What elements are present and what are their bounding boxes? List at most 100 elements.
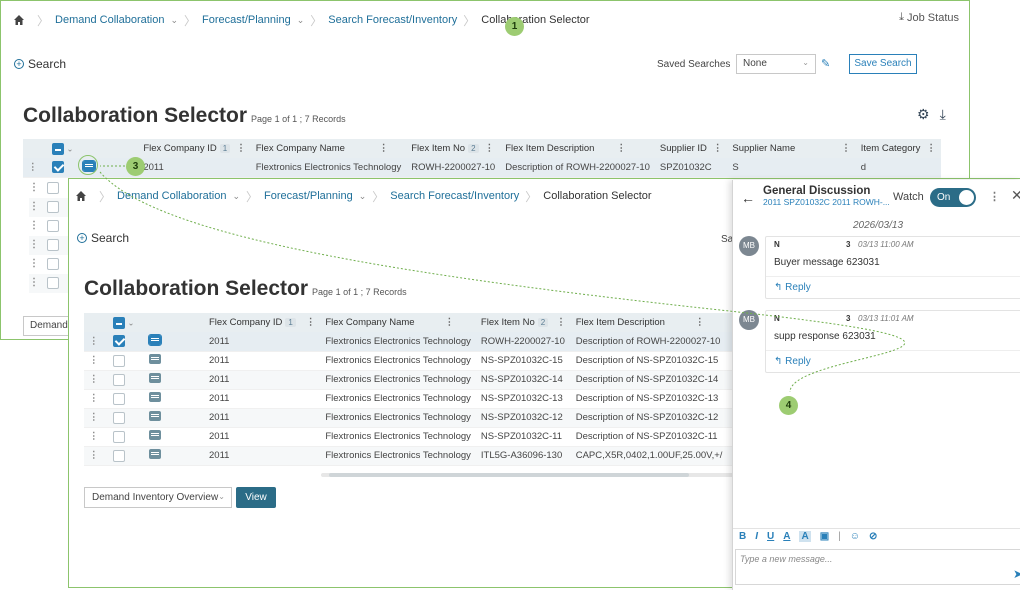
row-checkbox[interactable]	[47, 201, 59, 213]
column-menu-icon[interactable]: ⋮	[236, 143, 246, 154]
row-menu-icon[interactable]: ⋮	[89, 336, 99, 347]
column-menu-icon[interactable]: ⋮	[695, 317, 705, 328]
row-checkbox[interactable]	[47, 277, 59, 289]
image-icon[interactable]: ▣	[820, 531, 829, 542]
underline-button[interactable]: U	[767, 531, 774, 542]
table-row[interactable]: ⋮ 2011 Flextronics Electronics Technolog…	[84, 408, 751, 428]
view-button[interactable]: View	[236, 487, 276, 508]
column-menu-icon[interactable]: ⋮	[713, 143, 723, 154]
column-menu-icon[interactable]: ⋮	[841, 143, 851, 154]
row-menu-icon[interactable]: ⋮	[29, 258, 39, 269]
row-checkbox[interactable]	[113, 411, 125, 424]
breadcrumb-item[interactable]: Forecast/Planning	[264, 190, 353, 202]
column-menu-icon[interactable]: ⋮	[485, 143, 495, 154]
reply-button[interactable]: ↰ Reply	[766, 350, 1020, 372]
row-checkbox[interactable]	[47, 239, 59, 251]
column-menu-icon[interactable]: ⋮	[379, 143, 389, 154]
chevron-down-icon[interactable]: ⌄	[128, 318, 135, 327]
row-checkbox[interactable]	[113, 335, 125, 348]
horizontal-scrollbar[interactable]	[321, 473, 741, 477]
row-checkbox[interactable]	[47, 182, 59, 194]
saved-searches-select[interactable]: None ⌄	[736, 54, 816, 74]
table-row[interactable]: ⋮ 2011 Flextronics Electronics Technolog…	[84, 389, 751, 409]
table-row[interactable]: ⋮ 2011 Flextronics Electronics Technolog…	[84, 446, 751, 466]
attachment-icon[interactable]: ⊘	[869, 531, 877, 542]
discussion-icon[interactable]	[148, 333, 162, 346]
column-header[interactable]: Flex Item No 2 ⋮	[475, 313, 571, 332]
table-row[interactable]: ⋮	[29, 179, 69, 198]
table-row[interactable]: ⋮	[29, 255, 69, 274]
discussion-icon[interactable]	[149, 373, 161, 383]
table-row[interactable]: ⋮	[29, 236, 69, 255]
job-status-link[interactable]: ⤓ Job Status	[899, 11, 959, 24]
row-checkbox[interactable]	[113, 430, 125, 443]
row-menu-icon[interactable]: ⋮	[89, 431, 99, 442]
search-toggle[interactable]: + Search	[77, 231, 129, 245]
column-header[interactable]: Flex Company Name ⋮	[250, 139, 407, 158]
table-row[interactable]: ⋮	[29, 217, 69, 236]
column-header[interactable]: Flex Company ID 1 ⋮	[204, 313, 321, 332]
row-menu-icon[interactable]: ⋮	[89, 450, 99, 461]
gear-icon[interactable]: ⚙	[917, 106, 930, 123]
row-menu-icon[interactable]: ⋮	[29, 220, 39, 231]
table-row[interactable]: ⋮ 2011 Flextronics Electronics Technolog…	[84, 351, 751, 371]
column-header[interactable]: Flex Item No 2 ⋮	[406, 139, 501, 158]
reply-button[interactable]: ↰ Reply	[766, 276, 1020, 298]
row-menu-icon[interactable]: ⋮	[29, 201, 39, 212]
table-row[interactable]: ⋮ 2011 Flextronics Electronics Technolog…	[84, 370, 751, 390]
column-header[interactable]: Supplier Name ⋮	[727, 139, 856, 158]
table-row[interactable]: ⋮ 2011 Flextronics Electronics Technolog…	[23, 158, 941, 178]
discussion-icon[interactable]	[149, 430, 161, 440]
row-checkbox[interactable]	[47, 258, 59, 270]
watch-toggle[interactable]: On	[930, 188, 976, 207]
column-menu-icon[interactable]: ⋮	[616, 143, 626, 154]
home-icon[interactable]	[75, 190, 87, 202]
discussion-icon[interactable]	[149, 392, 161, 402]
chevron-down-icon[interactable]: ⌄	[359, 191, 367, 202]
column-header[interactable]: Flex Item Description ⋮	[570, 313, 728, 332]
row-menu-icon[interactable]: ⋮	[29, 182, 39, 193]
row-menu-icon[interactable]: ⋮	[89, 374, 99, 385]
row-menu-icon[interactable]: ⋮	[28, 162, 38, 173]
column-menu-icon[interactable]: ⋮	[556, 317, 566, 328]
view-select[interactable]: Demand	[23, 316, 71, 336]
chevron-down-icon[interactable]: ⌄	[67, 144, 74, 153]
font-color-button[interactable]: A	[783, 531, 790, 542]
table-row[interactable]: ⋮ 2011 Flextronics Electronics Technolog…	[84, 332, 751, 352]
table-row[interactable]: ⋮	[29, 198, 69, 217]
column-header[interactable]: Supplier ID ⋮	[654, 139, 728, 158]
highlight-button[interactable]: A	[799, 531, 811, 542]
home-icon[interactable]	[13, 14, 25, 26]
send-icon[interactable]: ➤	[1013, 567, 1020, 581]
column-header[interactable]: Flex Company ID 1 ⋮	[138, 139, 251, 158]
edit-icon[interactable]: ✎	[821, 57, 830, 70]
row-checkbox[interactable]	[113, 373, 125, 386]
chevron-down-icon[interactable]: ⌄	[297, 15, 305, 26]
row-checkbox[interactable]	[52, 161, 64, 174]
discussion-icon[interactable]	[149, 354, 161, 364]
row-menu-icon[interactable]: ⋮	[89, 355, 99, 366]
row-checkbox[interactable]	[113, 354, 125, 367]
column-menu-icon[interactable]: ⋮	[445, 317, 455, 328]
select-all-checkbox[interactable]	[52, 142, 64, 155]
back-arrow-icon[interactable]: ←	[741, 190, 755, 206]
select-all-checkbox[interactable]	[113, 316, 125, 329]
row-menu-icon[interactable]: ⋮	[89, 412, 99, 423]
chevron-down-icon[interactable]: ⌄	[170, 15, 178, 26]
emoji-icon[interactable]: ☺	[850, 531, 860, 542]
table-row[interactable]: ⋮ 2011 Flextronics Electronics Technolog…	[84, 427, 751, 447]
column-menu-icon[interactable]: ⋮	[926, 143, 936, 154]
close-icon[interactable]: ✕	[1011, 187, 1020, 204]
discussion-icon[interactable]	[149, 411, 161, 421]
breadcrumb-item[interactable]: Search Forecast/Inventory	[328, 14, 457, 26]
row-checkbox[interactable]	[47, 220, 59, 232]
breadcrumb-item[interactable]: Demand Collaboration	[55, 14, 164, 26]
row-menu-icon[interactable]: ⋮	[29, 239, 39, 250]
discussion-subtitle[interactable]: 2011 SPZ01032C 2011 ROWH-...	[763, 197, 890, 207]
breadcrumb-item[interactable]: Search Forecast/Inventory	[390, 190, 519, 202]
chevron-down-icon[interactable]: ⌄	[232, 191, 240, 202]
column-header[interactable]: Flex Company Name ⋮	[320, 313, 476, 332]
row-checkbox[interactable]	[113, 392, 125, 405]
column-menu-icon[interactable]: ⋮	[306, 317, 316, 328]
download-icon[interactable]: ⤓	[940, 106, 946, 123]
